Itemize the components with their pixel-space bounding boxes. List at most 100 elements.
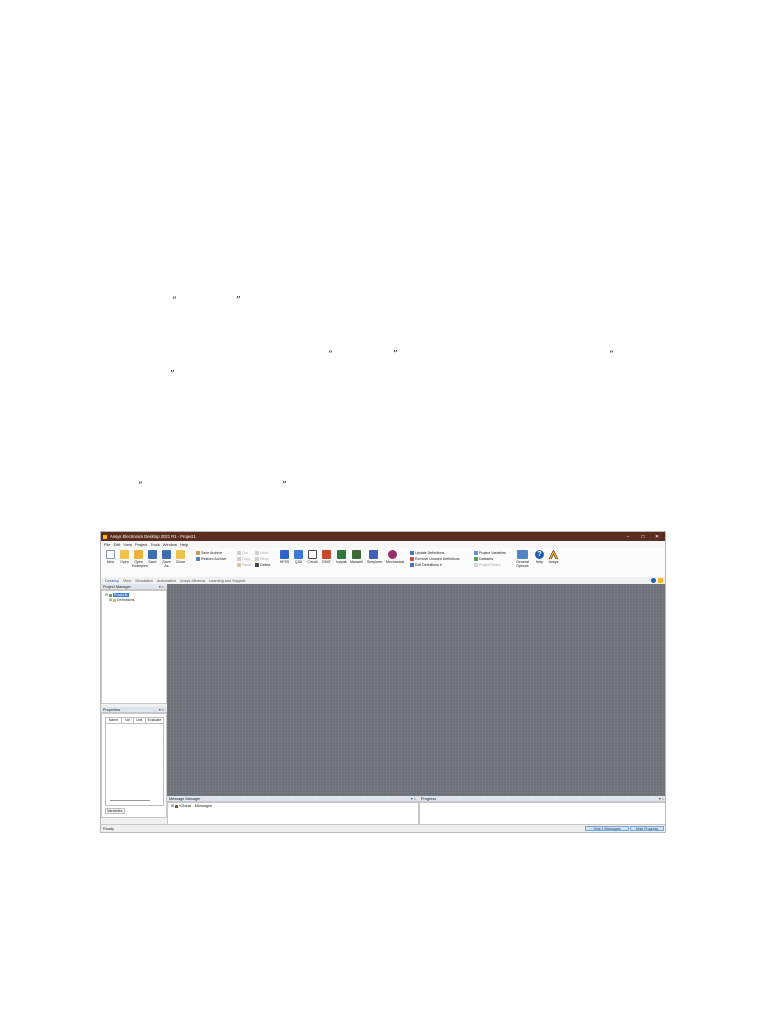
app-window: Ansys Electronics Desktop 2021 R1 - Proj… [100,531,666,833]
edit-definitions-label: Edit Definitions [415,563,439,567]
help-label: Help [535,560,544,564]
menu-window[interactable]: Window [163,542,177,547]
properties-title: Properties [103,707,121,712]
pin-icon[interactable]: ▾ × [159,707,164,712]
workspace-canvas[interactable] [167,584,665,796]
tab-simulation[interactable]: Simulation [135,579,153,583]
emit-icon [322,550,331,559]
archive-icon [196,551,200,555]
restore-archive-button[interactable]: Restore Archive [196,557,226,561]
project-notes-label: Project Notes [479,563,501,567]
close-button[interactable]: ✕ [650,532,664,541]
tree-item-definitions[interactable]: ⊞ Definitions [109,598,135,602]
quote-close-3: ” [170,370,175,380]
folder-icon [112,598,116,602]
datasets-icon [474,557,478,561]
global-messages-label: *Global - Messages [178,804,213,808]
pin-icon[interactable]: ▾ × [659,796,664,801]
mechanical-button[interactable]: Mechanical [386,550,404,564]
remove-definitions-icon [410,557,414,561]
undo-icon [255,551,259,555]
icepak-button[interactable]: Icepak [335,550,348,564]
tab-ansys-minerva[interactable]: Ansys Minerva [180,579,205,583]
pin-icon[interactable]: ▾ × [159,584,164,589]
column-name[interactable]: Name [106,718,123,723]
simplorer-button[interactable]: Simplorer [367,550,383,564]
quote-close-1: ” [236,296,241,306]
emit-button[interactable]: EMIT [320,550,333,564]
hide-progress-button[interactable]: Hide Progress [630,826,664,831]
project-variables-button[interactable]: Project Variables [474,551,506,555]
horizontal-scrollbar[interactable] [110,800,150,801]
save-archive-button[interactable]: Save Archive [196,551,222,555]
tab-desktop[interactable]: Desktop [105,579,119,583]
menu-edit[interactable]: Edit [113,542,120,547]
menu-project[interactable]: Project [135,542,147,547]
delete-button[interactable]: Delete [255,563,270,567]
circuit-icon [308,550,317,559]
column-val[interactable]: Val [122,718,134,723]
save-as-button[interactable]: Save As [160,550,173,568]
open-examples-button[interactable]: Open Examples [132,550,148,568]
hide-messages-button[interactable]: Hide 1 Messages [585,826,629,831]
minimize-button[interactable]: – [621,532,635,541]
global-messages-item[interactable]: ⊞ *Global - Messages [171,804,212,808]
restore-archive-label: Restore Archive [201,557,227,561]
edit-definitions-icon [410,563,414,567]
general-options-label: General Options [516,560,529,568]
tab-variables[interactable]: Variables [105,808,125,814]
tree-item-project1[interactable]: ⊟ Project1 [105,593,129,597]
help-small-icon[interactable] [651,578,656,583]
open-folder-icon [120,550,129,559]
q3d-button[interactable]: Q3D [292,550,305,564]
help-button[interactable]: ? Help [533,550,546,564]
cut-button[interactable]: Cut [237,551,248,555]
column-unit[interactable]: Unit [134,718,146,723]
edit-definitions-button[interactable]: Edit Definitions ▾ [410,563,442,567]
column-evaluate[interactable]: Evaluate [146,718,163,723]
tab-view[interactable]: View [123,579,131,583]
tab-learning-and-support[interactable]: Learning and Support [209,579,246,583]
project-notes-button[interactable]: Project Notes [474,563,501,567]
circuit-button[interactable]: Circuit [306,550,319,564]
paste-button[interactable]: Paste [237,563,251,567]
status-bar: Ready Hide 1 Messages Hide Progress [101,824,665,832]
simplorer-label: Simplorer [367,560,383,564]
maximize-button[interactable]: □ [636,532,650,541]
hfss-button[interactable]: HFSS [278,550,291,564]
progress-pane [419,802,665,826]
ansys-logo-icon [548,549,559,560]
circuit-label: Circuit [307,560,318,564]
save-as-label: Save As [162,560,171,568]
cut-label: Cut [242,551,248,555]
menu-tools[interactable]: Tools [150,542,159,547]
new-button[interactable]: New [104,550,117,564]
menu-file[interactable]: File [104,542,110,547]
tab-automation[interactable]: Automation [157,579,176,583]
emit-label: EMIT [322,560,331,564]
general-options-button[interactable]: General Options [514,550,531,568]
q3d-icon [294,550,303,559]
menu-view[interactable]: View [123,542,132,547]
copy-icon [237,557,241,561]
paste-label: Paste [242,563,252,567]
menu-help[interactable]: Help [180,542,188,547]
redo-button[interactable]: Redo [255,557,269,561]
update-definitions-label: Update Definitions [415,551,445,555]
update-definitions-button[interactable]: Update Definitions [410,551,444,555]
title-bar: Ansys Electronics Desktop 2021 R1 - Proj… [101,532,665,541]
open-button[interactable]: Open [118,550,131,564]
maxwell-button[interactable]: Maxwell [350,550,363,564]
quote-open-4: “ [138,481,143,491]
undo-button[interactable]: Undo [255,551,269,555]
save-button[interactable]: Save [146,550,159,564]
close-project-button[interactable]: Close [174,550,187,564]
ansys-small-icon[interactable] [658,578,663,583]
ansys-button[interactable]: Ansys [547,549,560,564]
copy-button[interactable]: Copy [237,557,250,561]
datasets-button[interactable]: Datasets [474,557,493,561]
message-manager-title: Message Manager [169,796,201,801]
remove-unused-definitions-button[interactable]: Remove Unused Definitions [410,557,460,561]
open-examples-label: Open Examples [132,560,148,568]
pin-icon[interactable]: ▾ × [411,796,416,801]
